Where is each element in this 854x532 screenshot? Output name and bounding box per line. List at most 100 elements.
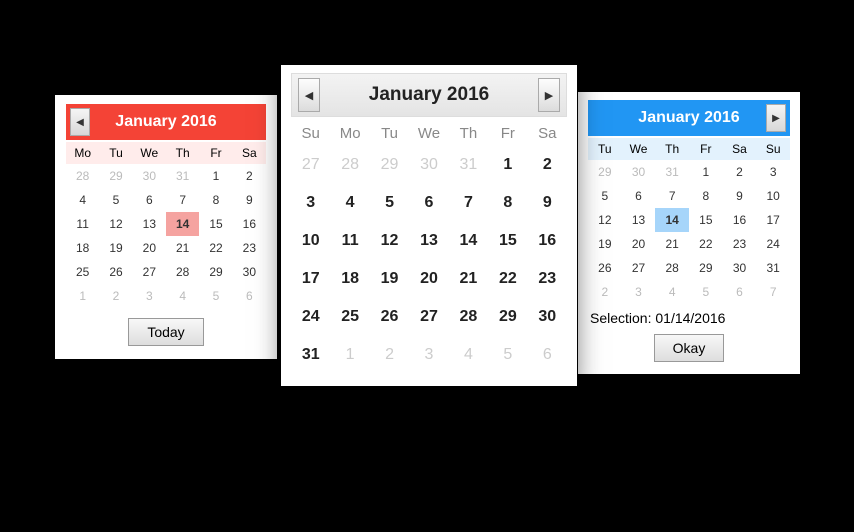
day-cell[interactable]: 5: [488, 336, 527, 374]
day-cell[interactable]: 19: [99, 236, 132, 260]
day-cell[interactable]: 30: [409, 146, 448, 184]
day-cell[interactable]: 23: [528, 260, 567, 298]
day-cell[interactable]: 31: [449, 146, 488, 184]
day-cell[interactable]: 3: [756, 160, 790, 184]
day-cell[interactable]: 27: [409, 298, 448, 336]
day-cell[interactable]: 1: [66, 284, 99, 308]
day-cell[interactable]: 14: [166, 212, 199, 236]
day-cell[interactable]: 26: [588, 256, 622, 280]
day-cell[interactable]: 7: [655, 184, 689, 208]
day-cell[interactable]: 4: [330, 184, 369, 222]
day-cell[interactable]: 5: [370, 184, 409, 222]
next-month-button[interactable]: ▶: [538, 78, 560, 112]
day-cell[interactable]: 21: [655, 232, 689, 256]
day-cell[interactable]: 31: [291, 336, 330, 374]
day-cell[interactable]: 1: [199, 164, 232, 188]
day-cell[interactable]: 20: [409, 260, 448, 298]
day-cell[interactable]: 17: [291, 260, 330, 298]
day-cell[interactable]: 13: [409, 222, 448, 260]
day-cell[interactable]: 1: [689, 160, 723, 184]
day-cell[interactable]: 17: [756, 208, 790, 232]
day-cell[interactable]: 18: [66, 236, 99, 260]
day-cell[interactable]: 8: [689, 184, 723, 208]
day-cell[interactable]: 3: [291, 184, 330, 222]
day-cell[interactable]: 26: [370, 298, 409, 336]
day-cell[interactable]: 1: [488, 146, 527, 184]
day-cell[interactable]: 29: [689, 256, 723, 280]
day-cell[interactable]: 6: [133, 188, 166, 212]
day-cell[interactable]: 6: [528, 336, 567, 374]
day-cell[interactable]: 8: [199, 188, 232, 212]
day-cell[interactable]: 22: [488, 260, 527, 298]
day-cell[interactable]: 7: [449, 184, 488, 222]
day-cell[interactable]: 2: [528, 146, 567, 184]
day-cell[interactable]: 16: [528, 222, 567, 260]
day-cell[interactable]: 11: [66, 212, 99, 236]
day-cell[interactable]: 22: [689, 232, 723, 256]
day-cell[interactable]: 20: [133, 236, 166, 260]
day-cell[interactable]: 24: [291, 298, 330, 336]
day-cell[interactable]: 11: [330, 222, 369, 260]
day-cell[interactable]: 4: [655, 280, 689, 304]
day-cell[interactable]: 15: [488, 222, 527, 260]
day-cell[interactable]: 6: [723, 280, 757, 304]
day-cell[interactable]: 27: [133, 260, 166, 284]
day-cell[interactable]: 30: [528, 298, 567, 336]
day-cell[interactable]: 2: [99, 284, 132, 308]
day-cell[interactable]: 10: [756, 184, 790, 208]
day-cell[interactable]: 2: [233, 164, 266, 188]
day-cell[interactable]: 31: [166, 164, 199, 188]
day-cell[interactable]: 29: [99, 164, 132, 188]
day-cell[interactable]: 12: [370, 222, 409, 260]
day-cell[interactable]: 1: [330, 336, 369, 374]
day-cell[interactable]: 23: [233, 236, 266, 260]
day-cell[interactable]: 28: [66, 164, 99, 188]
day-cell[interactable]: 4: [66, 188, 99, 212]
day-cell[interactable]: 29: [370, 146, 409, 184]
day-cell[interactable]: 25: [330, 298, 369, 336]
day-cell[interactable]: 3: [133, 284, 166, 308]
day-cell[interactable]: 29: [588, 160, 622, 184]
day-cell[interactable]: 30: [622, 160, 656, 184]
day-cell[interactable]: 6: [409, 184, 448, 222]
day-cell[interactable]: 30: [233, 260, 266, 284]
day-cell[interactable]: 19: [588, 232, 622, 256]
day-cell[interactable]: 9: [723, 184, 757, 208]
day-cell[interactable]: 16: [723, 208, 757, 232]
day-cell[interactable]: 13: [133, 212, 166, 236]
day-cell[interactable]: 12: [588, 208, 622, 232]
prev-month-button[interactable]: ◀: [70, 108, 90, 136]
day-cell[interactable]: 27: [622, 256, 656, 280]
day-cell[interactable]: 31: [655, 160, 689, 184]
day-cell[interactable]: 5: [199, 284, 232, 308]
day-cell[interactable]: 31: [756, 256, 790, 280]
day-cell[interactable]: 13: [622, 208, 656, 232]
day-cell[interactable]: 9: [528, 184, 567, 222]
day-cell[interactable]: 28: [655, 256, 689, 280]
day-cell[interactable]: 28: [166, 260, 199, 284]
day-cell[interactable]: 28: [449, 298, 488, 336]
day-cell[interactable]: 14: [655, 208, 689, 232]
day-cell[interactable]: 2: [723, 160, 757, 184]
day-cell[interactable]: 26: [99, 260, 132, 284]
day-cell[interactable]: 12: [99, 212, 132, 236]
day-cell[interactable]: 30: [723, 256, 757, 280]
day-cell[interactable]: 3: [409, 336, 448, 374]
okay-button[interactable]: Okay: [654, 334, 725, 362]
day-cell[interactable]: 4: [166, 284, 199, 308]
day-cell[interactable]: 15: [689, 208, 723, 232]
next-month-button[interactable]: ▶: [766, 104, 786, 132]
day-cell[interactable]: 4: [449, 336, 488, 374]
day-cell[interactable]: 6: [233, 284, 266, 308]
day-cell[interactable]: 24: [756, 232, 790, 256]
day-cell[interactable]: 8: [488, 184, 527, 222]
day-cell[interactable]: 6: [622, 184, 656, 208]
day-cell[interactable]: 20: [622, 232, 656, 256]
day-cell[interactable]: 15: [199, 212, 232, 236]
day-cell[interactable]: 30: [133, 164, 166, 188]
day-cell[interactable]: 21: [166, 236, 199, 260]
day-cell[interactable]: 27: [291, 146, 330, 184]
day-cell[interactable]: 14: [449, 222, 488, 260]
day-cell[interactable]: 2: [370, 336, 409, 374]
day-cell[interactable]: 25: [66, 260, 99, 284]
